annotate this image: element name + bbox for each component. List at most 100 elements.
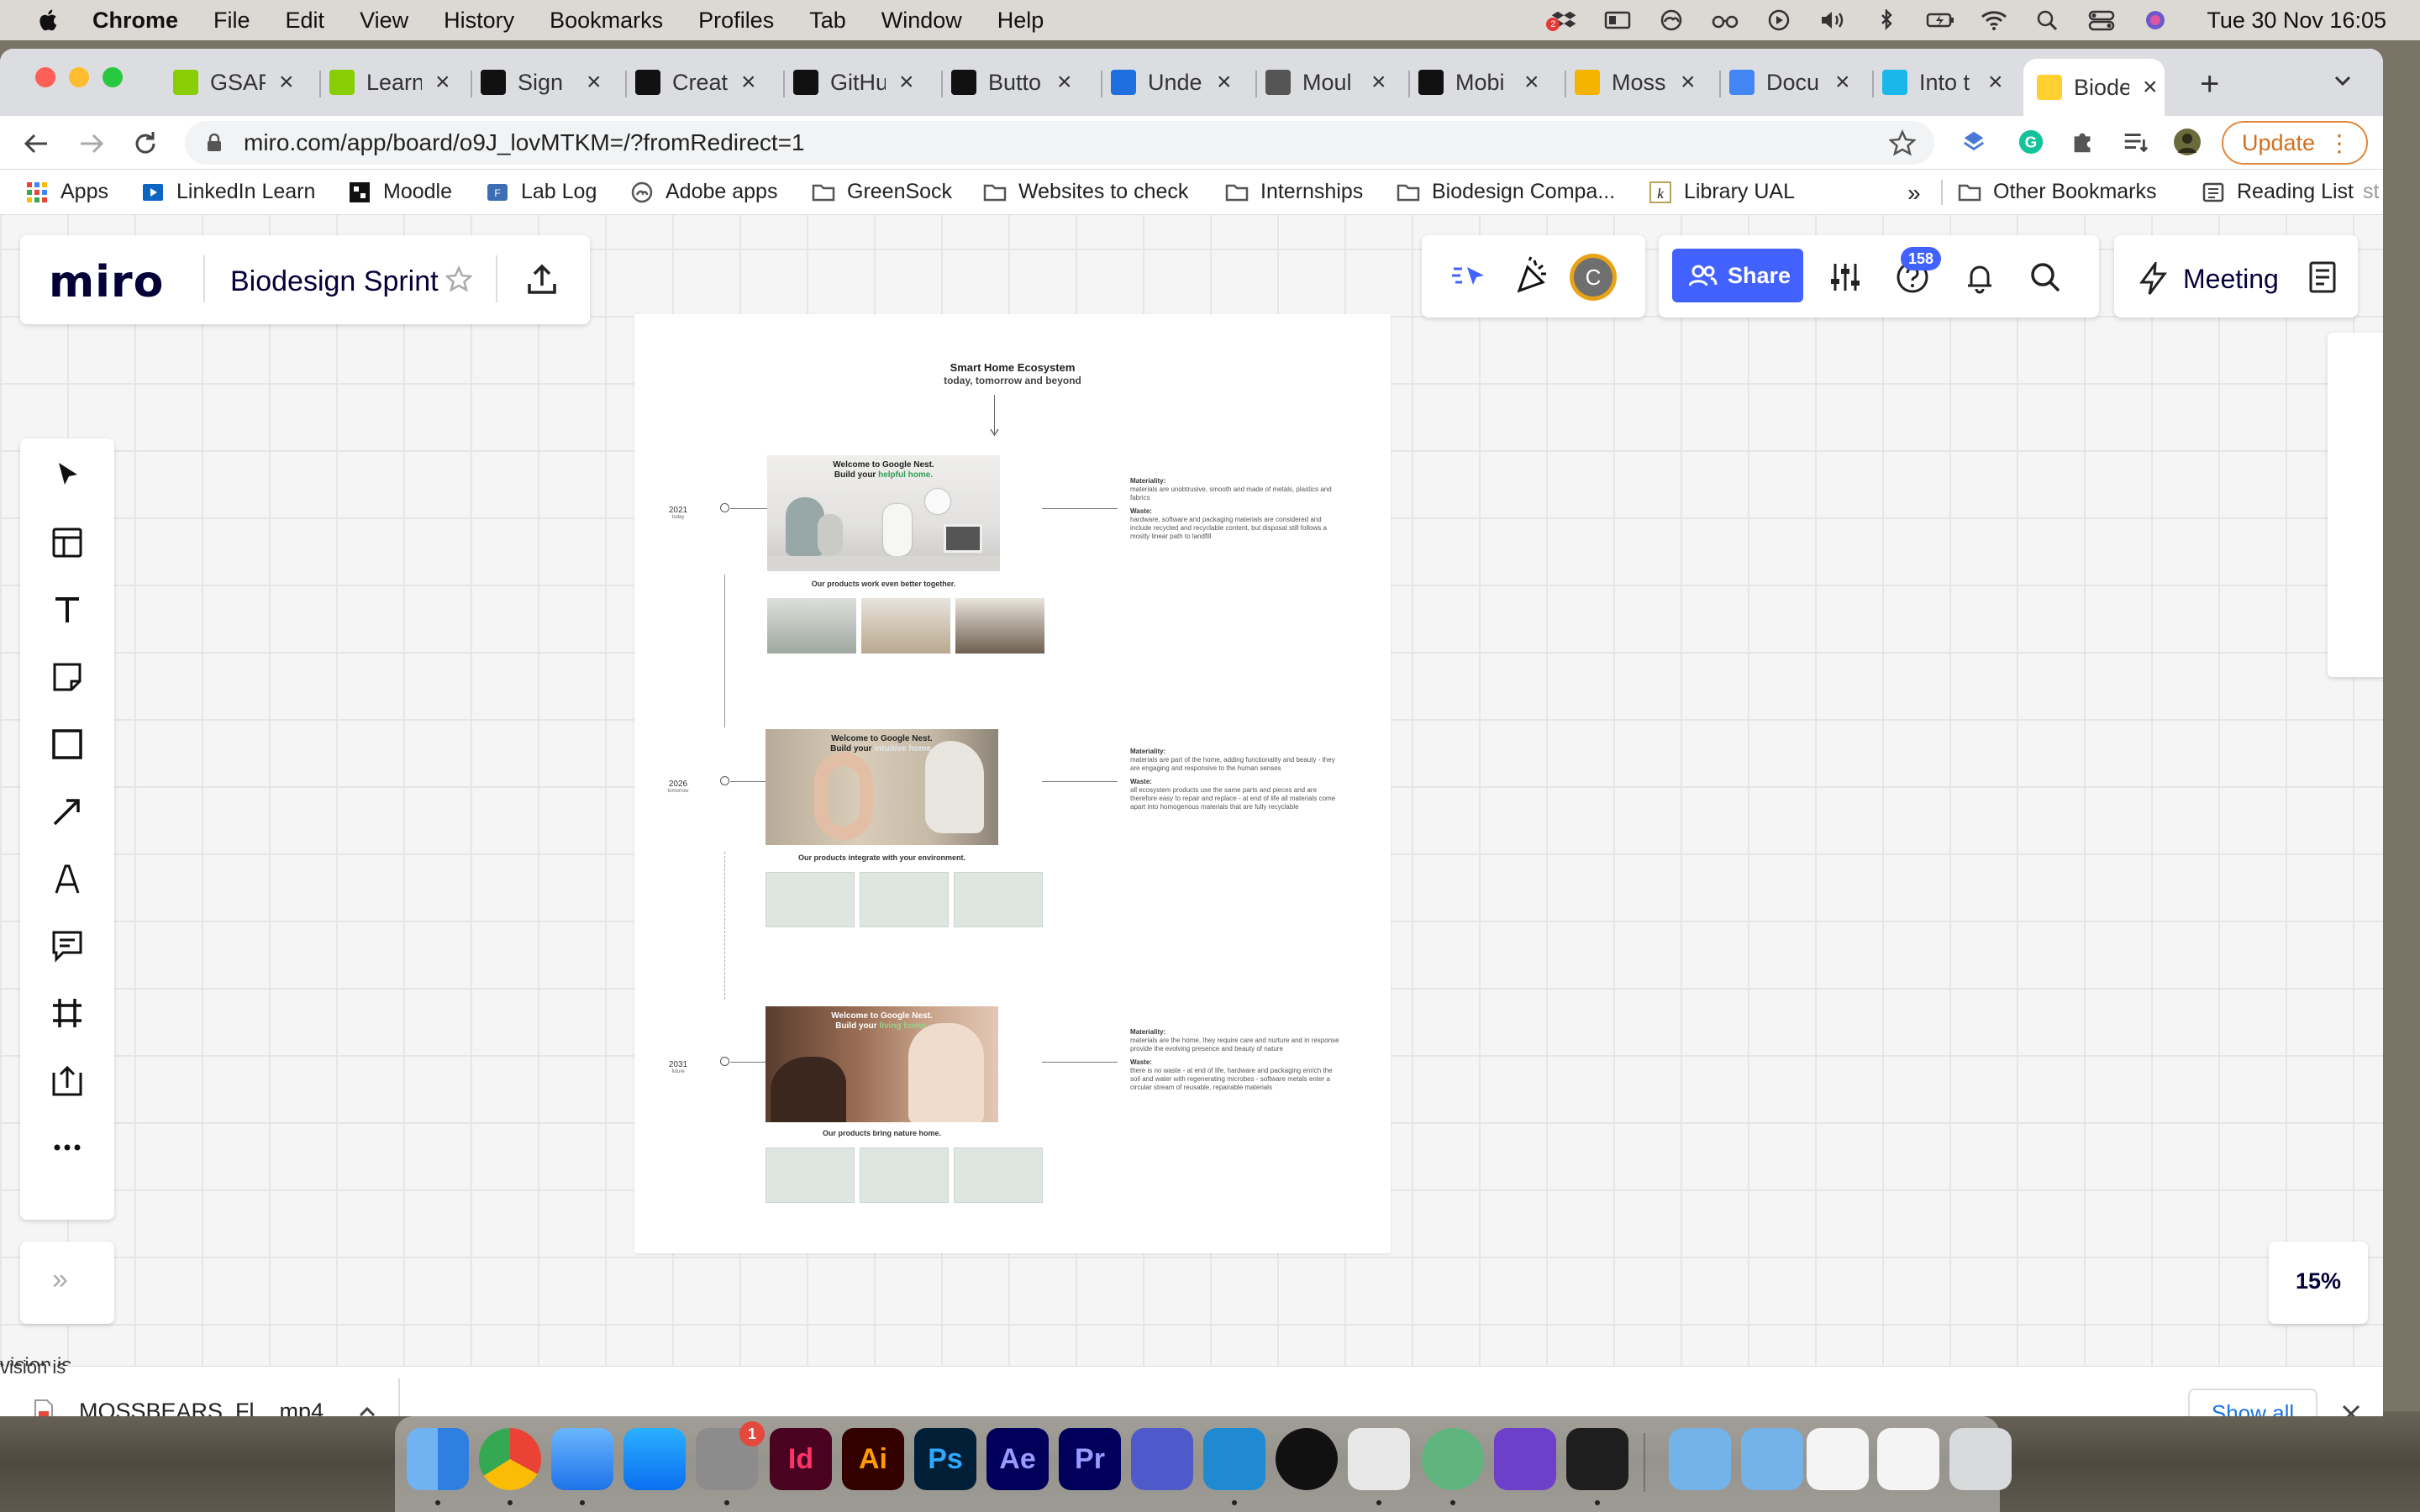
preview-icon[interactable] <box>1348 1428 1410 1490</box>
reload-icon[interactable] <box>131 129 160 158</box>
dropbox-status-icon[interactable]: 2 <box>1546 9 1578 31</box>
export-upload-icon[interactable] <box>524 262 560 297</box>
menu-edit[interactable]: Edit <box>286 8 325 34</box>
tab-4[interactable]: Creat × <box>635 59 756 106</box>
tab-11[interactable]: Docu × <box>1729 59 1850 106</box>
share-button[interactable]: Share <box>1672 249 1803 302</box>
bookmark-7[interactable]: Websites to check <box>983 180 1188 204</box>
menu-help[interactable]: Help <box>997 8 1044 34</box>
board-frame[interactable]: Smart Home Ecosystem today, tomorrow and… <box>634 314 1391 1253</box>
tab-close-icon[interactable]: × <box>1217 68 1232 97</box>
tab-close-icon[interactable]: × <box>1988 68 2003 97</box>
wifi-icon[interactable] <box>1980 9 2008 31</box>
select-cursor-icon[interactable] <box>42 450 92 501</box>
tab-close-icon[interactable]: × <box>741 68 756 97</box>
play-icon[interactable] <box>1765 9 1793 31</box>
tab-close-icon[interactable]: × <box>1371 68 1386 97</box>
sticky-note-icon[interactable] <box>42 652 92 702</box>
settings-sliders-icon[interactable] <box>1828 260 1862 294</box>
chevron-up-icon[interactable] <box>357 1402 377 1417</box>
bookmark-2[interactable]: LinkedIn Learn <box>141 180 315 204</box>
shape-rectangle-icon[interactable] <box>42 719 92 769</box>
board-name[interactable]: Biodesign Sprint <box>230 265 439 298</box>
system-preferences-icon[interactable]: 1 <box>696 1421 765 1490</box>
menu-view[interactable]: View <box>360 8 408 34</box>
tab-close-icon[interactable]: × <box>435 68 450 97</box>
bluetooth-icon[interactable] <box>1872 9 1901 31</box>
app-store-icon[interactable] <box>623 1428 686 1490</box>
display-icon[interactable] <box>1603 9 1632 31</box>
pen-tool-icon[interactable] <box>42 853 92 904</box>
tab-close-icon[interactable]: × <box>1681 68 1696 97</box>
bookmark-9[interactable]: Biodesign Compa... <box>1397 180 1615 204</box>
battery-icon[interactable] <box>1926 9 1954 31</box>
glasses-icon[interactable] <box>1711 9 1739 31</box>
menu-tab[interactable]: Tab <box>809 8 846 34</box>
notes-document-icon[interactable] <box>2306 260 2339 294</box>
zoom-window-button[interactable] <box>103 67 123 87</box>
github-desktop-icon[interactable] <box>1494 1428 1556 1490</box>
bookmarks-overflow-chevron[interactable]: » <box>1907 180 1921 207</box>
download-item[interactable]: MOSSBEARS_Fl....mp4 <box>34 1399 377 1416</box>
menu-history[interactable]: History <box>444 8 514 34</box>
tab-5[interactable]: GitHub × <box>793 59 914 106</box>
collaborator-avatar[interactable]: C <box>1570 254 1617 301</box>
other-bookmarks[interactable]: Other Bookmarks <box>1958 180 2157 204</box>
bookmark-1[interactable]: Apps <box>25 180 108 204</box>
siri-icon[interactable] <box>2141 9 2170 31</box>
upload-icon[interactable] <box>42 1055 92 1105</box>
forward-arrow-icon[interactable] <box>77 129 106 158</box>
menu-file[interactable]: File <box>213 8 250 34</box>
cursor-tracking-icon[interactable] <box>1450 259 1487 292</box>
bookmark-10[interactable]: k Library UAL <box>1649 180 1795 204</box>
menu-window[interactable]: Window <box>881 8 962 34</box>
after-effects-icon[interactable]: Ae <box>986 1428 1049 1490</box>
lock-icon[interactable] <box>207 134 222 152</box>
bookmark-8[interactable]: Internships <box>1225 180 1363 204</box>
tab-9[interactable]: Mobi × <box>1418 59 1539 106</box>
search-icon[interactable] <box>2028 260 2062 294</box>
tab-close-icon[interactable]: × <box>899 68 914 97</box>
more-tools-icon[interactable] <box>42 1122 92 1173</box>
favorite-star-icon[interactable] <box>445 265 472 292</box>
close-window-button[interactable] <box>35 67 55 87</box>
tab-7[interactable]: Unde × <box>1111 59 1232 106</box>
miro-logo[interactable]: miro <box>49 257 164 307</box>
spotlight-search-icon[interactable] <box>2033 9 2062 31</box>
mail-icon[interactable] <box>551 1428 613 1490</box>
extensions-puzzle-icon[interactable] <box>2069 128 2097 156</box>
reading-list-icon[interactable] <box>2121 128 2149 156</box>
creative-cloud-icon[interactable] <box>1657 9 1686 31</box>
tab-3[interactable]: Sign × <box>481 59 602 106</box>
tab-8[interactable]: Moul × <box>1265 59 1386 106</box>
figma-icon[interactable] <box>1566 1428 1628 1490</box>
teams-icon[interactable] <box>1131 1428 1193 1490</box>
cinema4d-icon[interactable] <box>1276 1428 1338 1490</box>
atom-icon[interactable] <box>1422 1428 1484 1490</box>
volume-icon[interactable] <box>1818 9 1847 31</box>
trash-icon[interactable] <box>1949 1428 2012 1490</box>
tab-search-chevron-icon[interactable] <box>2331 69 2354 92</box>
illustrator-icon[interactable]: Ai <box>842 1428 904 1490</box>
tab-close-icon[interactable]: × <box>587 68 602 97</box>
menu-clock[interactable]: Tue 30 Nov 16:05 <box>2207 8 2386 34</box>
vscode-icon[interactable] <box>1203 1428 1265 1490</box>
tab-close-icon[interactable]: × <box>279 68 294 97</box>
minimize-window-button[interactable] <box>69 67 89 87</box>
text-tool-icon[interactable] <box>42 585 92 635</box>
url-text[interactable]: miro.com/app/board/o9J_lovMTKM=/?fromRed… <box>244 129 805 156</box>
photoshop-icon[interactable]: Ps <box>914 1428 976 1490</box>
templates-icon[interactable] <box>42 517 92 568</box>
indesign-icon[interactable]: Id <box>770 1428 832 1490</box>
tab-12[interactable]: Into t × <box>1882 59 2003 106</box>
zoom-level[interactable]: 15% <box>2269 1268 2368 1294</box>
bookmark-6[interactable]: GreenSock <box>812 180 952 204</box>
close-icon[interactable] <box>2341 1404 2361 1416</box>
bookmark-3[interactable]: Moodle <box>348 180 452 204</box>
tab-close-icon[interactable]: × <box>1524 68 1539 97</box>
finder-icon[interactable] <box>407 1428 469 1490</box>
tab-10[interactable]: Moss × <box>1575 59 1696 106</box>
apple-icon[interactable] <box>32 3 66 37</box>
premiere-icon[interactable]: Pr <box>1059 1428 1121 1490</box>
extension-shield-icon[interactable] <box>1960 128 1988 156</box>
